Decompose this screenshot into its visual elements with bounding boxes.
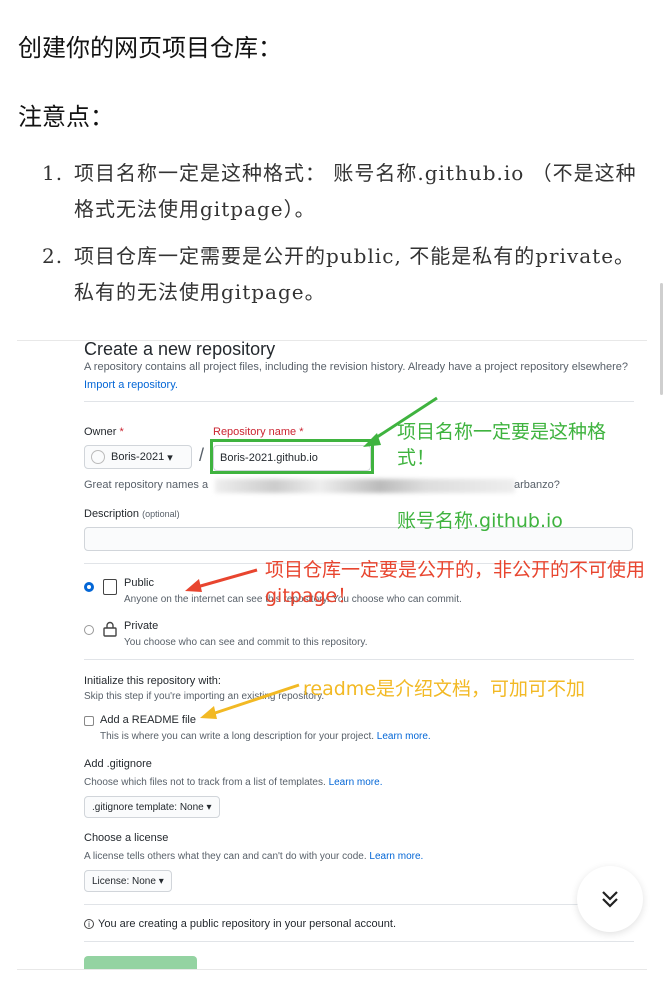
red-arrow-head xyxy=(185,579,202,592)
list-number: 2. xyxy=(42,244,64,268)
yellow-arrow-head xyxy=(200,706,217,719)
annotation-repo-name: 项目名称一定要是这种格式！ xyxy=(397,421,607,469)
page-scrollbar[interactable] xyxy=(660,283,663,395)
list-item: 2. 项目仓库一定需要是公开的public, 不能是私有的private。私有的… xyxy=(42,238,647,310)
annotation-public: 项目仓库一定要是公开的，非公开的不可使用gitpage！ xyxy=(265,559,646,607)
red-arrow xyxy=(196,568,258,589)
annotation-format: 账号名称.github.io xyxy=(397,510,563,532)
annotation-readme: readme是介绍文档，可加可不加 xyxy=(303,678,585,700)
notes-list: 1. 项目名称一定是这种格式： 账号名称.github.io （不是这种格式无法… xyxy=(42,155,647,321)
note-text: 项目名称一定是这种格式： 账号名称.github.io （不是这种格式无法使用g… xyxy=(74,161,637,221)
double-chevron-down-icon xyxy=(602,891,618,908)
notes-title: 注意点： xyxy=(18,103,114,131)
note-text: 项目仓库一定需要是公开的public, 不能是私有的private。私有的无法使… xyxy=(74,244,636,304)
yellow-arrow xyxy=(211,683,300,716)
scroll-down-button[interactable] xyxy=(577,866,643,932)
github-screenshot: Create a new repository A repository con… xyxy=(17,340,647,970)
article-title: 创建你的网页项目仓库： xyxy=(18,34,282,62)
list-item: 1. 项目名称一定是这种格式： 账号名称.github.io （不是这种格式无法… xyxy=(42,155,647,227)
list-number: 1. xyxy=(42,161,64,185)
